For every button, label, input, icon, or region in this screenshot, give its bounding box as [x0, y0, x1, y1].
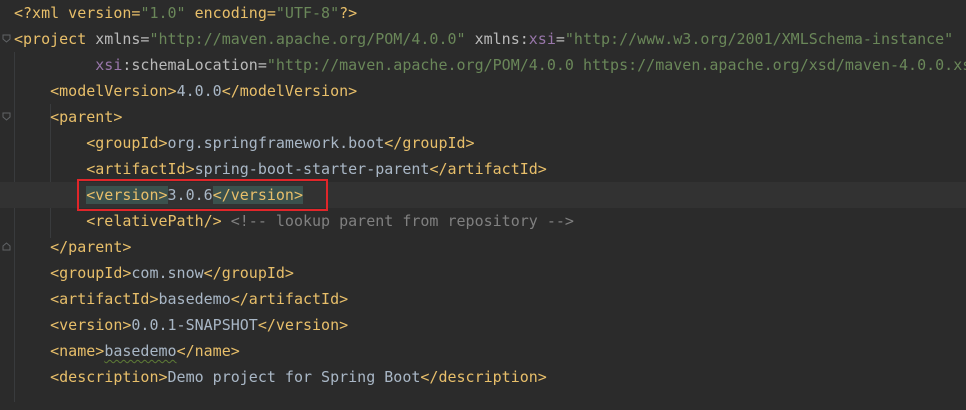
code-token: <?xml version= — [14, 4, 141, 22]
code-line[interactable]: <modelVersion>4.0.0</modelVersion> — [14, 78, 357, 104]
code-token: </artifactId> — [429, 160, 547, 178]
code-token: "1.0" — [140, 4, 186, 22]
code-token: <relativePath/> — [86, 212, 222, 230]
code-editor[interactable]: <?xml version="1.0" encoding="UTF-8"?> <p… — [0, 0, 966, 410]
code-token: </modelVersion> — [221, 82, 358, 100]
code-token: <groupId> — [86, 134, 168, 152]
code-line[interactable]: <groupId>org.springframework.boot</group… — [14, 130, 475, 156]
fold-close-icon[interactable] — [2, 242, 11, 251]
code-token: <modelVersion> — [50, 82, 177, 100]
code-token: <project — [14, 30, 96, 48]
code-token: 0.0.1-SNAPSHOT — [131, 316, 258, 334]
code-line[interactable]: <artifactId>basedemo</artifactId> — [14, 286, 348, 312]
code-line[interactable]: <parent> — [14, 104, 122, 130]
code-token: basedemo — [158, 290, 231, 308]
code-token: </version> — [212, 186, 303, 204]
code-token: 3.0.6 — [167, 186, 213, 204]
code-token: </groupId> — [203, 264, 294, 282]
code-line[interactable]: xsi:schemaLocation="http://maven.apache.… — [14, 52, 966, 78]
code-line[interactable]: <?xml version="1.0" encoding="UTF-8"?> — [14, 0, 357, 26]
code-line[interactable]: </parent> — [14, 234, 131, 260]
code-token: <parent> — [50, 108, 123, 126]
code-line[interactable]: <version>0.0.1-SNAPSHOT</version> — [14, 312, 348, 338]
code-token: xmlns: — [474, 30, 529, 48]
code-token: </description> — [420, 368, 547, 386]
code-token: </parent> — [50, 238, 132, 256]
code-line[interactable]: <version>3.0.6</version> — [0, 182, 966, 208]
code-token: </version> — [257, 316, 349, 334]
code-token: <artifactId> — [86, 160, 195, 178]
code-token: <artifactId> — [50, 290, 159, 308]
code-token: xmlns= — [95, 30, 150, 48]
code-token: 4.0.0 — [176, 82, 222, 100]
code-token: basedemo — [104, 342, 177, 360]
code-token: spring-boot-starter-parent — [194, 160, 430, 178]
fold-open-icon[interactable] — [2, 34, 11, 43]
code-token: <version> — [50, 316, 132, 334]
code-token: </groupId> — [384, 134, 475, 152]
code-line[interactable]: <groupId>com.snow</groupId> — [14, 260, 294, 286]
code-token: </artifactId> — [230, 290, 349, 308]
code-token: "http://www.w3.org/2001/XMLSchema-instan… — [564, 30, 954, 48]
code-token: ?> — [339, 4, 358, 22]
code-token: <groupId> — [50, 264, 132, 282]
code-token: = — [555, 30, 565, 48]
code-token: xsi — [528, 30, 556, 48]
code-line[interactable]: <artifactId>spring-boot-starter-parent</… — [14, 156, 547, 182]
code-token: Demo project for Spring Boot — [167, 368, 421, 386]
code-token: com.snow — [131, 264, 204, 282]
code-token: "http://maven.apache.org/POM/4.0.0" — [149, 30, 466, 48]
code-token: org.springframework.boot — [167, 134, 385, 152]
code-token: </name> — [176, 342, 240, 360]
code-token: <version> — [86, 186, 168, 204]
code-token: <name> — [50, 342, 105, 360]
code-token: "UTF-8" — [275, 4, 340, 22]
code-line[interactable]: <description>Demo project for Spring Boo… — [14, 364, 547, 390]
code-line[interactable]: <relativePath/> <!-- lookup parent from … — [14, 208, 574, 234]
code-token: xsi — [95, 56, 123, 74]
code-token: encoding= — [185, 4, 276, 22]
code-token: <!-- lookup parent from repository --> — [230, 212, 574, 230]
fold-open-icon[interactable] — [2, 112, 11, 121]
code-line[interactable]: <project xmlns="http://maven.apache.org/… — [14, 26, 953, 52]
code-token: "http://maven.apache.org/POM/4.0.0 https… — [266, 56, 966, 74]
code-token: :schemaLocation= — [122, 56, 267, 74]
code-line[interactable]: <name>basedemo</name> — [14, 338, 240, 364]
code-token: <description> — [50, 368, 168, 386]
